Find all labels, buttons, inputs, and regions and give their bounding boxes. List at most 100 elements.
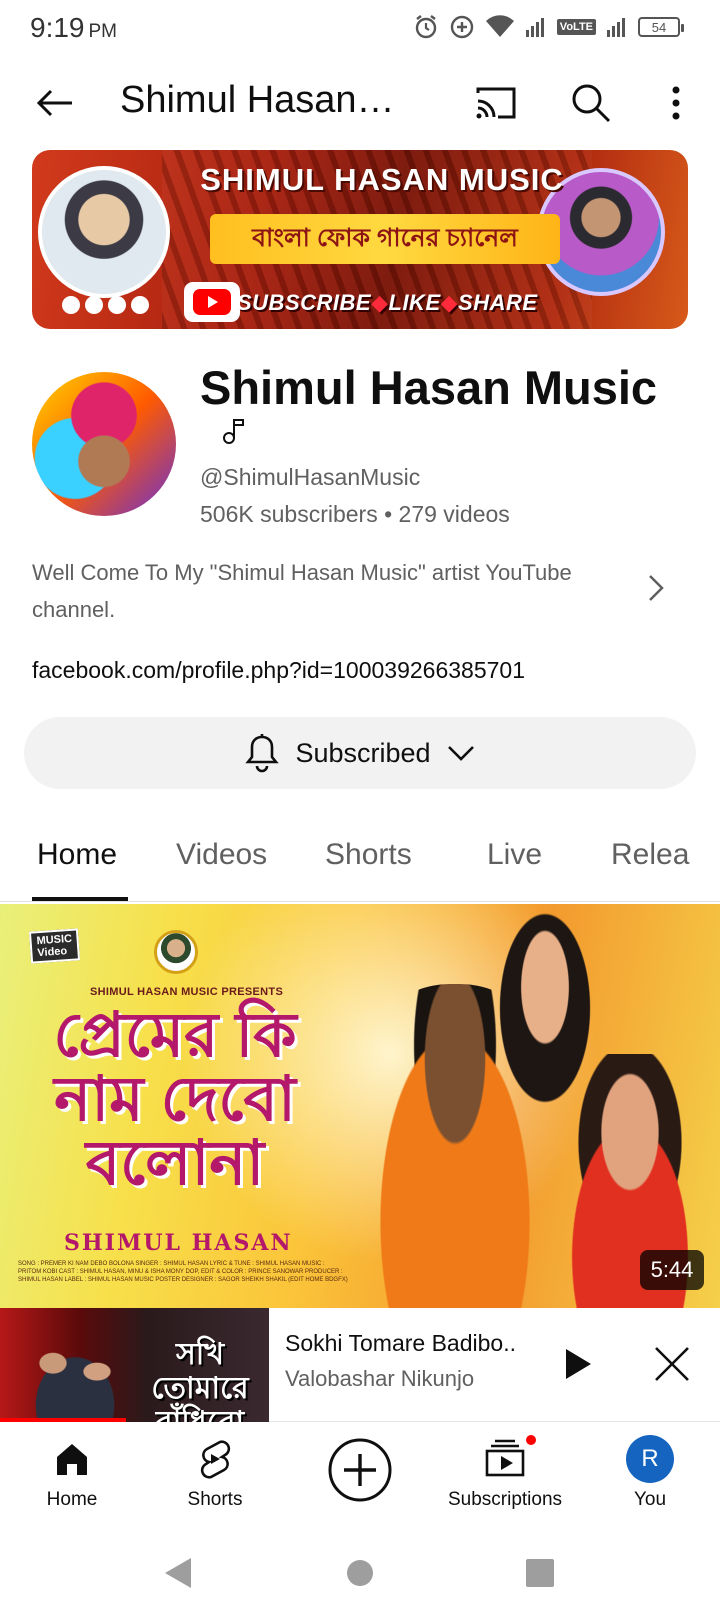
miniplayer-subtitle[interactable]: Valobashar Nikunjo (285, 1366, 474, 1392)
banner-avatar-left (38, 166, 170, 298)
page-title: Shimul Hasan… (120, 79, 395, 121)
system-nav-bar (0, 1533, 720, 1612)
nav-create[interactable] (295, 1437, 425, 1503)
featured-video[interactable]: MUSIC Video SHIMUL HASAN MUSIC PRESENTS প… (0, 904, 720, 1308)
music-note-icon (222, 418, 246, 449)
play-button[interactable] (556, 1342, 600, 1386)
nav-you[interactable]: R You (585, 1435, 715, 1511)
bell-icon (245, 734, 280, 773)
nav-shorts-label: Shorts (187, 1489, 243, 1510)
miniplayer[interactable]: সখি তোমারে বাঁধিবো Sokhi Tomare Badibo..… (0, 1308, 720, 1422)
status-clock: 9:19 (30, 12, 85, 43)
cast-button[interactable] (470, 78, 522, 128)
nav-home[interactable]: Home (7, 1437, 137, 1511)
subscriptions-icon (484, 1433, 538, 1481)
back-triangle-icon (165, 1558, 191, 1588)
nav-you-label: You (633, 1489, 667, 1510)
tab-home[interactable]: Home (37, 838, 117, 872)
featured-person (360, 984, 550, 1308)
channel-stats: 506K subscribers • 279 videos (200, 501, 510, 527)
arrow-left-icon (36, 89, 72, 117)
recents-square-icon (526, 1559, 554, 1587)
facebook-icon (131, 296, 149, 314)
channel-link[interactable]: facebook.com/profile.php?id=100039266385… (32, 657, 525, 684)
miniplayer-progress (0, 1418, 126, 1422)
more-vert-icon (672, 86, 680, 120)
system-home-button[interactable] (338, 1553, 382, 1593)
alarm-icon (415, 15, 436, 39)
tab-releases[interactable]: Relea (611, 838, 689, 872)
banner-cta-like: LIKE (388, 290, 441, 315)
signal-icon-2 (607, 18, 625, 37)
featured-song-title: প্রেমের কি নাম দেবো বলোনা (53, 1001, 297, 1198)
banner-social-icons (62, 296, 149, 314)
thumbnail-figures (20, 1338, 130, 1422)
channel-name: Shimul Hasan Music (200, 361, 658, 414)
banner-tagline: বাংলা ফোক গানের চ্যানেল (210, 214, 560, 264)
featured-artist: SHIMUL HASAN (64, 1230, 293, 1256)
chevron-right-icon[interactable] (648, 574, 664, 607)
tab-shorts[interactable]: Shorts (325, 838, 412, 872)
wifi-icon (485, 15, 514, 37)
signal-icon (525, 18, 544, 37)
badge-line-2: Video (37, 945, 68, 960)
banner-cta: SUBSCRIBE◆LIKE◆SHARE (237, 290, 538, 316)
diamond-icon: ◆ (440, 290, 459, 315)
battery-level: 54 (651, 19, 667, 35)
tab-underline (32, 897, 128, 901)
miniplayer-thumb-text: সখি তোমারে বাঁধিবো (151, 1338, 249, 1422)
home-circle-icon (347, 1560, 373, 1586)
nav-subscriptions[interactable]: Subscriptions (440, 1433, 570, 1511)
tab-videos[interactable]: Videos (176, 838, 267, 872)
tab-live[interactable]: Live (487, 838, 542, 872)
home-icon (54, 1437, 90, 1481)
featured-presents: SHIMUL HASAN MUSIC PRESENTS (90, 986, 284, 998)
channel-banner: SHIMUL HASAN MUSIC বাংলা ফোক গানের চ্যান… (32, 150, 688, 329)
music-video-badge: MUSIC Video (28, 928, 81, 964)
channel-description[interactable]: Well Come To My "Shimul Hasan Music" art… (32, 554, 632, 628)
nav-shorts[interactable]: Shorts (150, 1437, 280, 1511)
close-icon (655, 1347, 689, 1381)
banner-title: SHIMUL HASAN MUSIC (200, 162, 564, 197)
top-app-bar: Shimul Hasan… (0, 66, 720, 136)
status-time: 9:19 PM (30, 12, 117, 44)
bottom-nav: Home Shorts Subscriptions R You (0, 1423, 720, 1533)
notification-dot (524, 1433, 538, 1447)
featured-credits: SONG : PREMER KI NAM DEBO BOLONA SINGER … (18, 1261, 348, 1283)
close-button[interactable] (650, 1342, 694, 1386)
subscribed-label: Subscribed (295, 737, 431, 768)
instagram-icon (62, 296, 80, 314)
banner-cta-share: SHARE (458, 290, 538, 315)
nav-home-label: Home (46, 1489, 98, 1510)
youtube-logo-icon (184, 282, 240, 322)
status-bar: 9:19 PM VoLTE 54 (0, 0, 720, 54)
label-logo (154, 930, 198, 974)
shorts-icon (198, 1437, 232, 1481)
subscribed-button[interactable]: Subscribed (24, 717, 696, 789)
youtube-small-icon (85, 296, 103, 314)
channel-tabs: Home Videos Shorts Live Relea (0, 820, 720, 902)
battery-icon: 54 (638, 17, 684, 37)
diamond-icon: ◆ (371, 290, 389, 315)
system-recents-button[interactable] (518, 1553, 562, 1593)
search-icon (572, 84, 611, 123)
chevron-down-icon (447, 746, 474, 761)
channel-handle: @ShimulHasanMusic (200, 464, 421, 490)
search-button[interactable] (565, 78, 617, 128)
more-options-button[interactable] (650, 78, 702, 128)
you-avatar-initial: R (626, 1435, 674, 1483)
miniplayer-thumbnail[interactable]: সখি তোমারে বাঁধিবো (0, 1308, 269, 1422)
telegram-icon (108, 296, 126, 314)
back-button[interactable] (30, 78, 80, 128)
volte-badge: VoLTE (556, 19, 596, 35)
system-back-button[interactable] (156, 1553, 200, 1593)
create-icon (327, 1437, 393, 1503)
cast-icon (476, 87, 516, 119)
status-ampm: PM (88, 21, 118, 42)
channel-avatar[interactable] (32, 372, 176, 516)
miniplayer-title[interactable]: Sokhi Tomare Badibo.. (285, 1330, 516, 1357)
banner-cta-subscribe: SUBSCRIBE (237, 290, 372, 315)
video-duration: 5:44 (640, 1250, 704, 1290)
you-avatar: R (626, 1435, 674, 1483)
data-saver-icon (450, 15, 473, 39)
